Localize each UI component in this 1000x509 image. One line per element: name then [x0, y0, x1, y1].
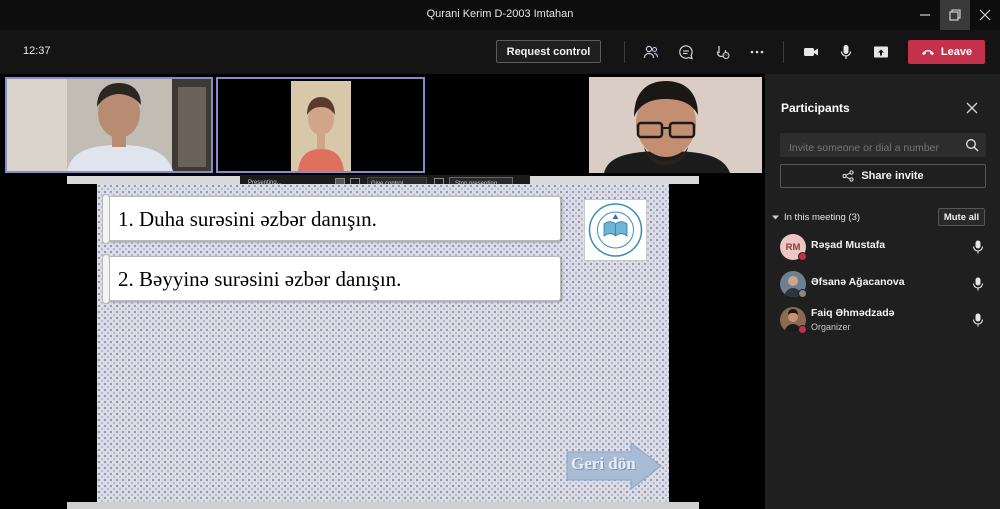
request-control-button[interactable]: Request control [496, 40, 601, 63]
in-meeting-section-toggle[interactable]: In this meeting (3) [772, 212, 860, 223]
microphone-icon[interactable] [972, 313, 984, 327]
participant-name: Faiq Əhmədzadə [811, 307, 895, 319]
close-icon[interactable] [965, 101, 979, 115]
restore-icon[interactable] [940, 0, 970, 30]
presentation-slide: 1. Duha surəsini əzbər danışın. 2. Bəyyi… [97, 184, 669, 509]
back-button-label: Geri dön [571, 454, 636, 473]
presentation-status-bar [67, 502, 699, 509]
call-timer: 12:37 [23, 45, 51, 57]
video-tile-participant-3[interactable] [589, 77, 762, 173]
participants-panel: Participants Share invite In this meetin… [765, 74, 1000, 509]
camera-icon[interactable] [800, 41, 822, 63]
question-text: 2. Bəyyinə surəsini əzbər danışın. [118, 267, 402, 291]
share-invite-button[interactable]: Share invite [780, 164, 986, 188]
scroll-curl [102, 194, 110, 244]
chat-icon[interactable] [675, 41, 697, 63]
minimize-icon[interactable] [910, 0, 940, 30]
status-badge [798, 252, 807, 261]
in-meeting-label: In this meeting (3) [784, 212, 861, 223]
participant-role: Organizer [811, 322, 851, 332]
question-scroll-1: 1. Duha surəsini əzbər danışın. [102, 194, 561, 244]
close-window-icon[interactable] [970, 0, 1000, 30]
participant-row[interactable]: Faiq Əhmədzadə Organizer [765, 304, 1000, 336]
scroll-curl [102, 254, 110, 304]
share-screen-icon[interactable] [870, 41, 892, 63]
toolbar-divider [624, 41, 625, 63]
microphone-icon[interactable] [972, 277, 984, 291]
more-options-icon[interactable] [746, 41, 768, 63]
call-toolbar: 12:37 Request control Leave [0, 30, 1000, 74]
hang-up-icon [921, 50, 934, 56]
microphone-icon[interactable] [972, 240, 984, 254]
leave-label: Leave [940, 46, 973, 58]
participant-name: Rəşad Mustafa [811, 239, 886, 251]
participant-video [589, 77, 762, 173]
video-tile-participant-2[interactable] [216, 77, 425, 173]
share-invite-label: Share invite [861, 170, 924, 182]
share-icon [842, 170, 854, 182]
reactions-icon[interactable] [711, 41, 733, 63]
panel-title: Participants [781, 101, 850, 115]
participant-row[interactable]: RM Rəşad Mustafa [765, 231, 1000, 263]
title-bar: Qurani Kerim D-2003 Imtahan [0, 0, 1000, 30]
question-scroll-2: 2. Bəyyinə surəsini əzbər danışın. [102, 254, 561, 304]
mute-all-button[interactable]: Mute all [938, 208, 985, 226]
status-badge [798, 325, 807, 334]
back-button[interactable]: Geri dön [565, 441, 663, 491]
question-text: 1. Duha surəsini əzbər danışın. [118, 207, 377, 231]
microphone-icon[interactable] [835, 41, 857, 63]
participant-video [7, 79, 211, 171]
video-tile-participant-1[interactable] [5, 77, 213, 173]
institution-logo [584, 199, 647, 261]
toolbar-divider [783, 41, 784, 63]
window-title: Qurani Kerim D-2003 Imtahan [426, 8, 574, 20]
participant-row[interactable]: Əfsanə Ağacanova [765, 268, 1000, 300]
participant-video [218, 79, 423, 171]
status-badge [798, 289, 807, 298]
search-icon[interactable] [965, 138, 979, 152]
chevron-down-icon [772, 215, 779, 220]
invite-search-input[interactable] [780, 133, 986, 157]
leave-button[interactable]: Leave [908, 40, 985, 64]
participant-name: Əfsanə Ağacanova [811, 276, 905, 288]
people-icon[interactable] [640, 41, 662, 63]
